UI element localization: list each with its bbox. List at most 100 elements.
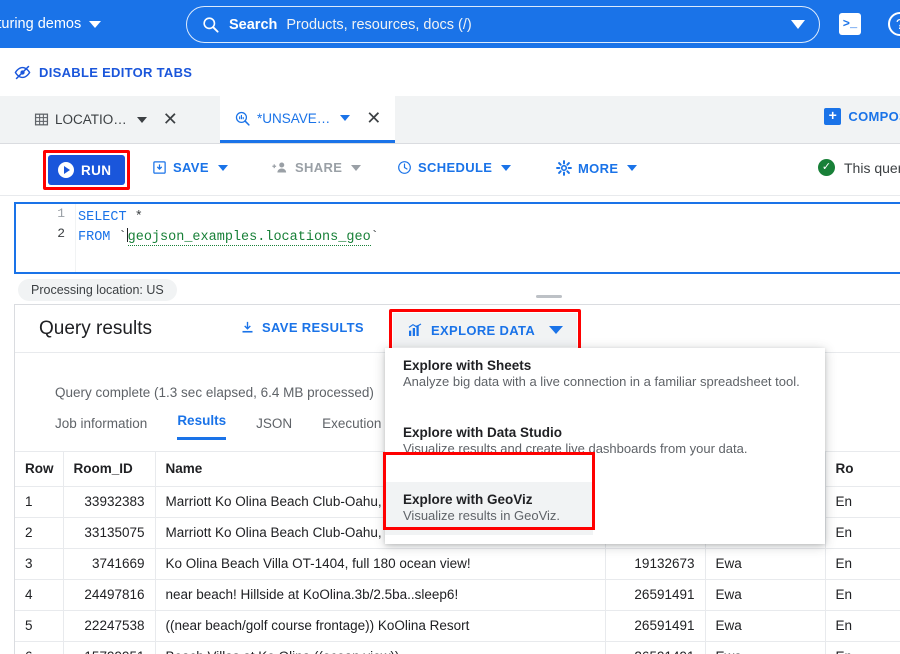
sql-keyword-from: FROM bbox=[78, 230, 111, 245]
query-validation-message: This query will p bbox=[844, 159, 900, 176]
panel-resize-handle[interactable] bbox=[536, 295, 562, 298]
run-button-label: RUN bbox=[81, 162, 112, 178]
sql-keyword-select: SELECT bbox=[78, 210, 127, 225]
cell-row: 4 bbox=[15, 579, 64, 611]
search-icon bbox=[203, 17, 219, 33]
project-selector-label: ufacturing demos bbox=[0, 16, 82, 32]
column-header-row[interactable]: Row bbox=[15, 452, 64, 487]
sql-editor[interactable]: 1 2 SELECT * FROM `geojson_examples.loca… bbox=[14, 202, 900, 274]
editor-tab-bar: LOCATIO… ✕ *UNSAVE… ✕ + COMPOS bbox=[0, 96, 900, 144]
close-icon[interactable]: ✕ bbox=[163, 109, 178, 130]
help-circle-icon[interactable]: ? bbox=[888, 12, 900, 36]
menu-item-explore-with-sheets[interactable]: Explore with Sheets Analyze big data wit… bbox=[385, 348, 825, 401]
editor-tab-unsaved-label: *UNSAVE… bbox=[257, 110, 331, 126]
cell-room-type: En bbox=[825, 641, 900, 654]
table-row[interactable]: 5 22247538 ((near beach/golf course fron… bbox=[15, 610, 900, 642]
chevron-down-icon[interactable] bbox=[501, 164, 512, 171]
run-button-highlight: RUN bbox=[43, 150, 131, 190]
compose-new-query-button[interactable]: + COMPOS bbox=[824, 108, 900, 125]
editor-tab-locations[interactable]: LOCATIO… ✕ bbox=[20, 96, 192, 143]
search-chevron-down-icon[interactable] bbox=[791, 20, 805, 29]
compose-new-query-label: COMPOS bbox=[848, 109, 900, 124]
chevron-down-icon[interactable] bbox=[549, 326, 564, 334]
cell-host-id: 26591491 bbox=[605, 610, 706, 642]
cell-room-type: En bbox=[825, 579, 900, 611]
more-button[interactable]: MORE bbox=[556, 160, 638, 176]
share-button[interactable]: SHARE bbox=[272, 160, 362, 175]
chevron-down-icon[interactable] bbox=[136, 116, 147, 123]
menu-item-title: Explore with Sheets bbox=[403, 358, 532, 373]
save-results-label: SAVE RESULTS bbox=[262, 320, 364, 335]
menu-item-title: Explore with GeoViz bbox=[403, 492, 533, 507]
query-validation-status: ✓ This query will p bbox=[818, 159, 900, 176]
tab-job-information[interactable]: Job information bbox=[55, 416, 147, 440]
chevron-down-icon[interactable] bbox=[351, 164, 362, 171]
bigquery-console: ufacturing demos Search Products, resour… bbox=[0, 0, 900, 654]
menu-item-description: Analyze big data with a live connection … bbox=[403, 374, 800, 389]
cell-room-type: En bbox=[825, 610, 900, 642]
chevron-down-icon bbox=[89, 20, 102, 28]
menu-item-explore-with-geoviz[interactable]: Explore with GeoViz Visualize results in… bbox=[385, 482, 593, 535]
column-header-room-id[interactable]: Room_ID bbox=[63, 452, 156, 487]
editor-tab-locations-label: LOCATIO… bbox=[55, 112, 127, 127]
query-icon bbox=[235, 111, 250, 126]
close-icon[interactable]: ✕ bbox=[366, 108, 381, 129]
cell-room-id: 24497816 bbox=[63, 579, 156, 611]
chevron-down-icon[interactable] bbox=[340, 115, 351, 121]
download-icon bbox=[242, 321, 253, 333]
cell-room-type: En bbox=[825, 548, 900, 580]
top-navigation-bar: ufacturing demos Search Products, resour… bbox=[0, 0, 900, 48]
explore-data-label: EXPLORE DATA bbox=[431, 322, 536, 338]
cell-row: 6 bbox=[15, 641, 64, 654]
save-results-button[interactable]: SAVE RESULTS bbox=[240, 320, 364, 335]
line-number: 1 bbox=[57, 206, 65, 221]
column-header-room-type[interactable]: Ro bbox=[825, 452, 900, 487]
share-person-icon bbox=[272, 162, 287, 173]
save-icon bbox=[153, 161, 166, 174]
cell-room-id: 3741669 bbox=[63, 548, 156, 580]
disable-editor-tabs-button[interactable]: DISABLE EDITOR TABS bbox=[14, 64, 192, 81]
search-input[interactable]: Products, resources, docs (/) bbox=[286, 17, 471, 33]
tab-results[interactable]: Results bbox=[177, 413, 227, 440]
gear-icon bbox=[556, 160, 572, 176]
editor-tab-unsaved-query[interactable]: *UNSAVE… ✕ bbox=[220, 96, 396, 143]
table-icon bbox=[34, 113, 49, 126]
cell-name: Beach Villas at Ko Olina ((ocean view)) bbox=[155, 641, 606, 654]
table-row[interactable]: 4 24497816 near beach! Hillside at KoOli… bbox=[15, 579, 900, 611]
run-button[interactable]: RUN bbox=[48, 155, 126, 185]
terminal-icon[interactable]: >_ bbox=[839, 13, 861, 35]
save-button[interactable]: SAVE bbox=[152, 160, 228, 175]
cell-room-type: En bbox=[825, 517, 900, 549]
schedule-button[interactable]: SCHEDULE bbox=[397, 160, 512, 175]
clock-icon bbox=[398, 161, 411, 174]
check-circle-icon: ✓ bbox=[818, 159, 835, 176]
more-button-label: MORE bbox=[578, 160, 619, 176]
cell-host-id: 26591491 bbox=[605, 579, 706, 611]
page-title: Query results bbox=[39, 317, 152, 339]
tab-json[interactable]: JSON bbox=[256, 416, 292, 440]
query-toolbar: RUN SAVE SHARE SCHEDULE MORE ✓ This que bbox=[0, 144, 900, 196]
project-selector[interactable]: ufacturing demos bbox=[0, 16, 102, 32]
cell-room-type: En bbox=[825, 486, 900, 518]
cell-neighbourhood: Ewa bbox=[705, 641, 826, 654]
chevron-down-icon[interactable] bbox=[627, 165, 638, 171]
play-icon bbox=[58, 162, 74, 178]
explore-data-highlight: EXPLORE DATA bbox=[389, 309, 582, 351]
chevron-down-icon[interactable] bbox=[217, 164, 228, 171]
cell-row: 5 bbox=[15, 610, 64, 642]
menu-item-explore-with-data-studio[interactable]: Explore with Data Studio Visualize resul… bbox=[385, 415, 825, 468]
query-complete-message: Query complete (1.3 sec elapsed, 6.4 MB … bbox=[55, 385, 374, 400]
search-label: Search bbox=[229, 16, 278, 33]
line-number-gutter: 1 2 bbox=[16, 204, 76, 272]
sql-code-area[interactable]: SELECT * FROM `geojson_examples.location… bbox=[78, 204, 900, 248]
menu-item-description: Visualize results in GeoViz. bbox=[403, 508, 561, 523]
disable-editor-tabs-label: DISABLE EDITOR TABS bbox=[39, 64, 193, 80]
cell-row: 1 bbox=[15, 486, 64, 518]
results-tab-bar: Job information Results JSON Execution d… bbox=[55, 413, 411, 440]
cell-neighbourhood: Ewa bbox=[705, 548, 826, 580]
explore-data-button[interactable]: EXPLORE DATA bbox=[393, 313, 578, 347]
search-bar[interactable]: Search Products, resources, docs (/) bbox=[186, 6, 820, 43]
table-row[interactable]: 6 15799951 Beach Villas at Ko Olina ((oc… bbox=[15, 641, 900, 654]
eye-off-icon bbox=[14, 65, 31, 79]
table-row[interactable]: 3 3741669 Ko Olina Beach Villa OT-1404, … bbox=[15, 548, 900, 580]
